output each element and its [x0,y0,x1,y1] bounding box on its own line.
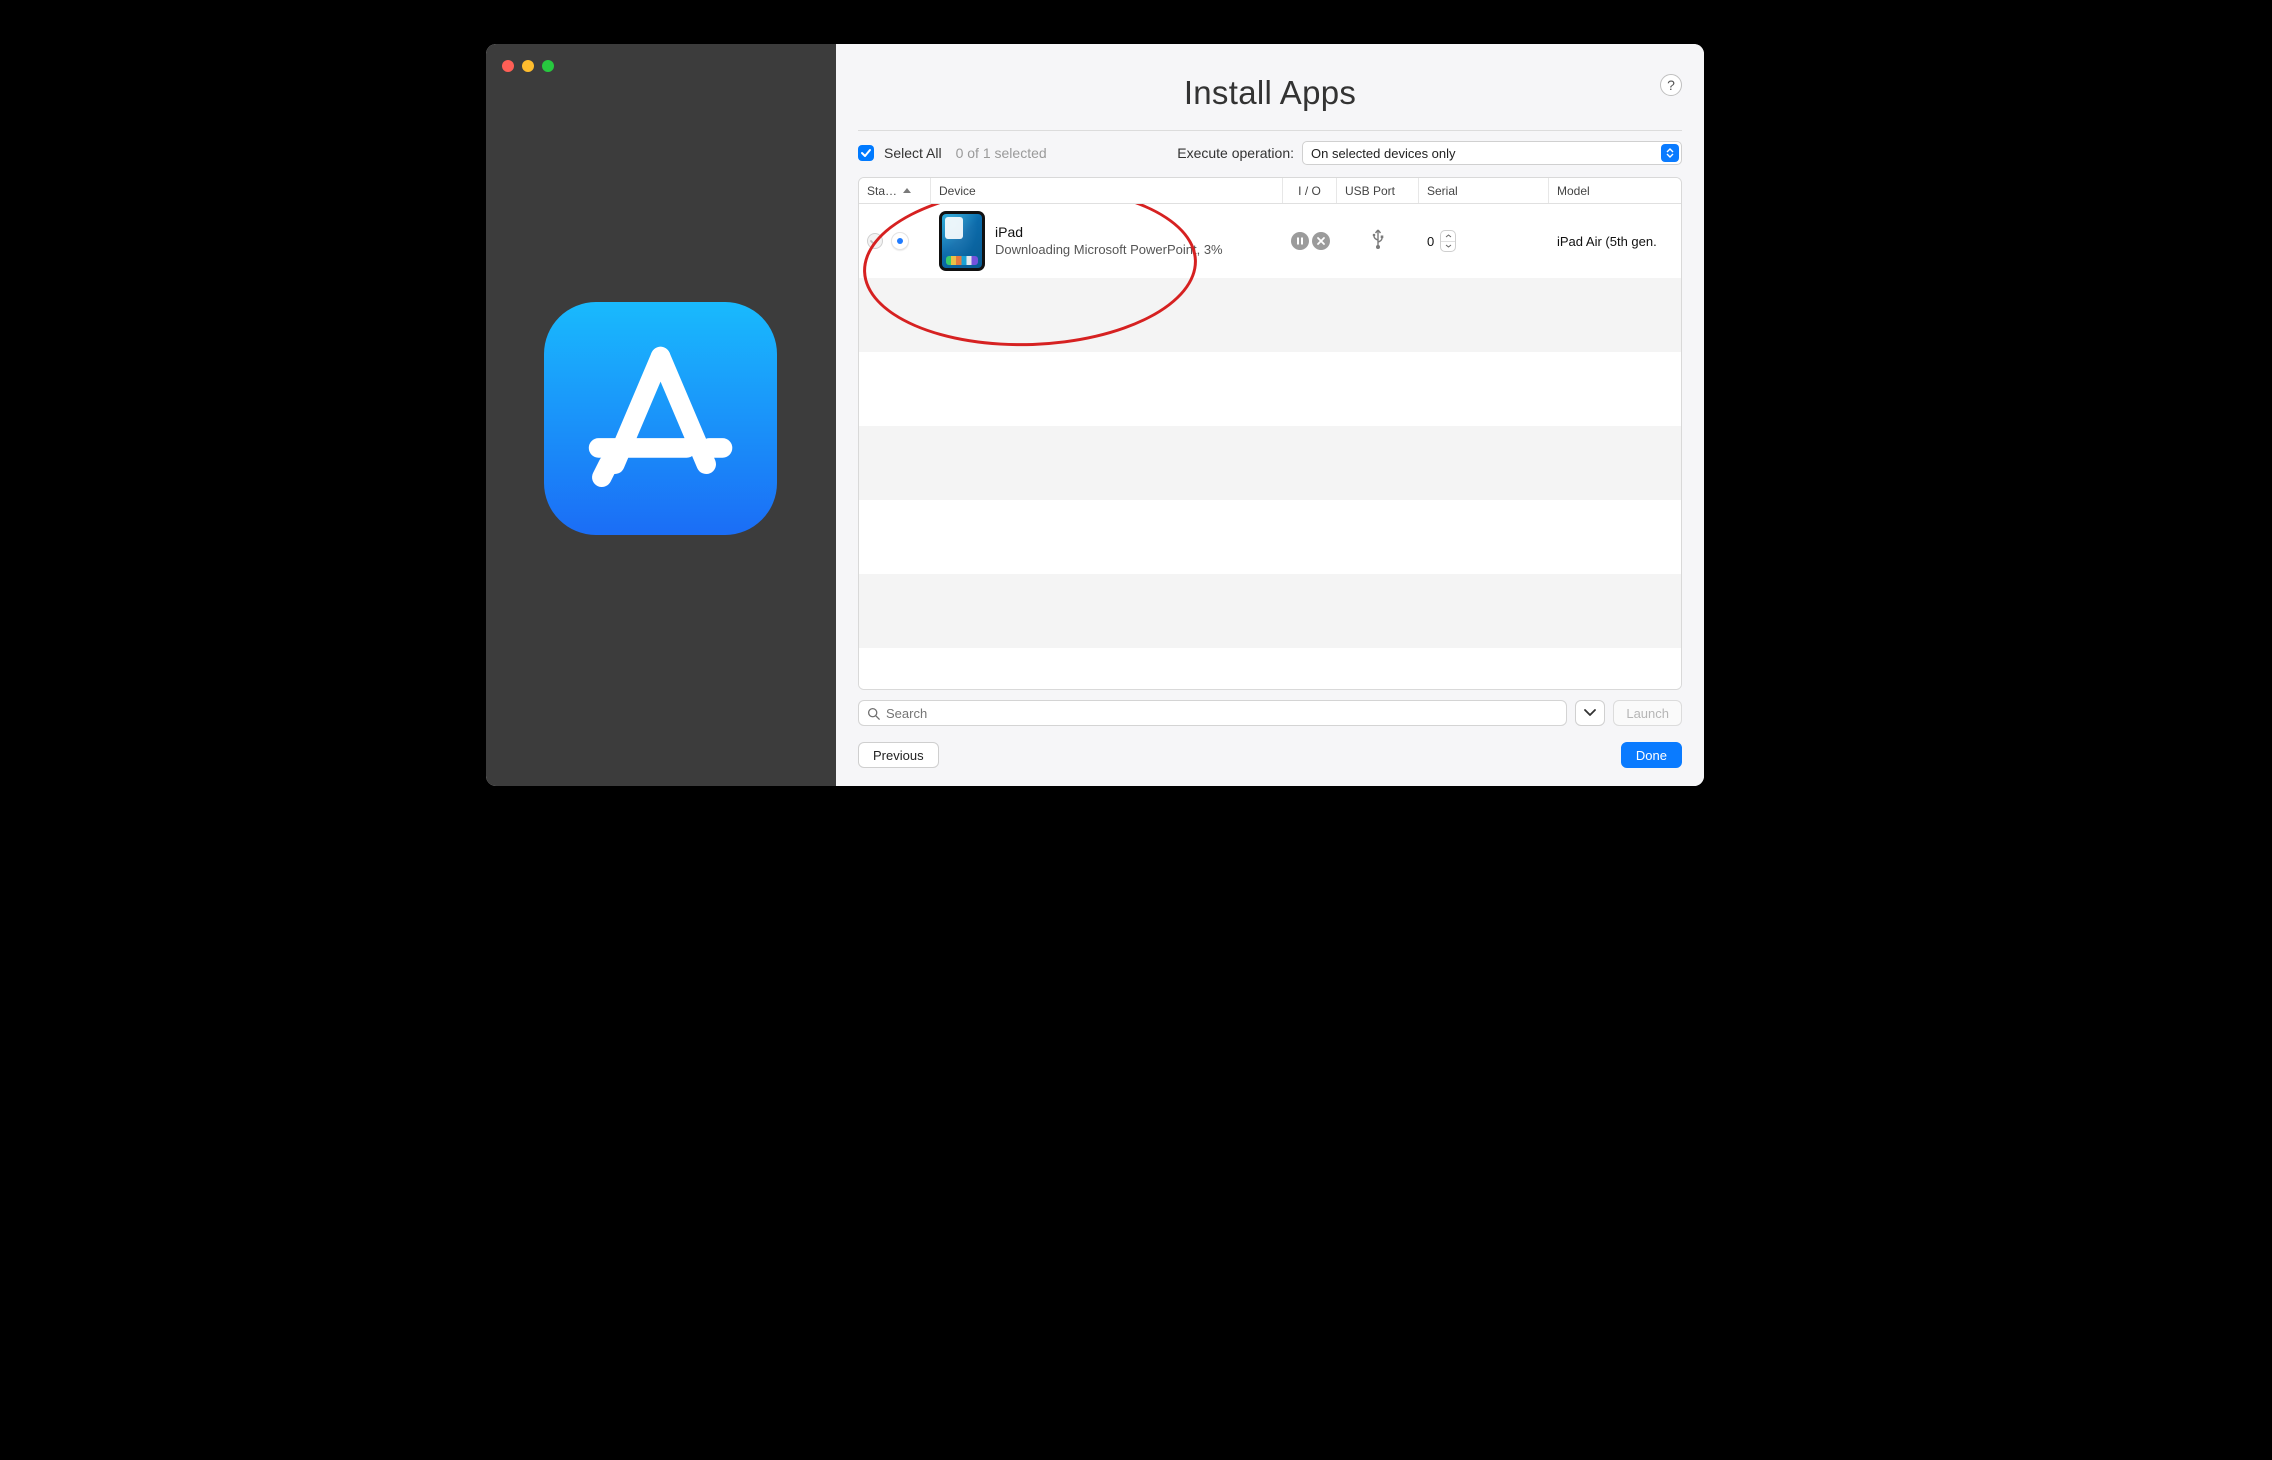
device-table: Sta… Device I / O USB Port Serial Model [858,177,1682,690]
minimize-window-button[interactable] [522,60,534,72]
col-device[interactable]: Device [931,178,1283,203]
row-device-cell: iPad Downloading Microsoft PowerPoint, 3… [931,204,1283,278]
chevron-down-icon [1584,709,1596,717]
table-body: iPad Downloading Microsoft PowerPoint, 3… [859,204,1681,689]
select-all-label: Select All [884,145,942,161]
titlebar: Install Apps ? [858,44,1682,131]
serial-value: 0 [1427,234,1434,249]
done-button[interactable]: Done [1621,742,1682,768]
cancel-button[interactable] [1312,232,1330,250]
footer: Previous Done [836,726,1704,786]
row-serial-cell: 0 [1419,204,1549,278]
table-row[interactable]: iPad Downloading Microsoft PowerPoint, 3… [859,204,1681,278]
select-all-checkbox[interactable] [858,145,874,161]
row-status-cell [859,204,931,278]
usb-icon [1370,228,1386,255]
launch-button[interactable]: Launch [1613,700,1682,726]
col-status[interactable]: Sta… [859,178,931,203]
stepper-down-icon [1441,242,1455,252]
device-status-text: Downloading Microsoft PowerPoint, 3% [995,242,1223,258]
help-icon: ? [1667,77,1675,93]
app-store-icon [544,302,777,535]
window-controls [502,60,554,72]
device-thumbnail-icon [939,211,985,271]
search-field[interactable] [886,706,1558,721]
col-model[interactable]: Model [1549,178,1681,203]
close-window-button[interactable] [502,60,514,72]
device-name: iPad [995,224,1223,242]
searchbar: Launch [858,700,1682,726]
execute-operation-label: Execute operation: [1177,145,1294,161]
table-header: Sta… Device I / O USB Port Serial Model [859,178,1681,204]
execute-operation-value: On selected devices only [1311,146,1456,161]
sidebar [486,44,836,786]
search-input[interactable] [858,700,1567,726]
busy-indicator-icon [891,232,909,250]
app-window: Install Apps ? Select All 0 of 1 selecte… [486,44,1704,786]
row-model-cell: iPad Air (5th gen. [1549,204,1681,278]
page-title: Install Apps [882,74,1658,112]
zoom-window-button[interactable] [542,60,554,72]
execute-operation-select[interactable]: On selected devices only [1302,141,1682,165]
col-io[interactable]: I / O [1283,178,1337,203]
row-checkbox[interactable] [867,233,883,249]
serial-stepper[interactable] [1440,230,1456,252]
row-io-cell [1283,204,1337,278]
previous-button[interactable]: Previous [858,742,939,768]
row-usb-cell [1337,204,1419,278]
search-icon [867,707,880,720]
help-button[interactable]: ? [1660,74,1682,96]
col-usb[interactable]: USB Port [1337,178,1419,203]
pause-button[interactable] [1291,232,1309,250]
stepper-up-icon [1441,231,1455,242]
select-arrows-icon [1661,144,1679,162]
search-history-button[interactable] [1575,700,1605,726]
main-panel: Install Apps ? Select All 0 of 1 selecte… [836,44,1704,786]
model-value: iPad Air (5th gen. [1557,234,1657,249]
col-serial[interactable]: Serial [1419,178,1549,203]
toolbar: Select All 0 of 1 selected Execute opera… [836,131,1704,177]
selection-count: 0 of 1 selected [956,145,1047,161]
